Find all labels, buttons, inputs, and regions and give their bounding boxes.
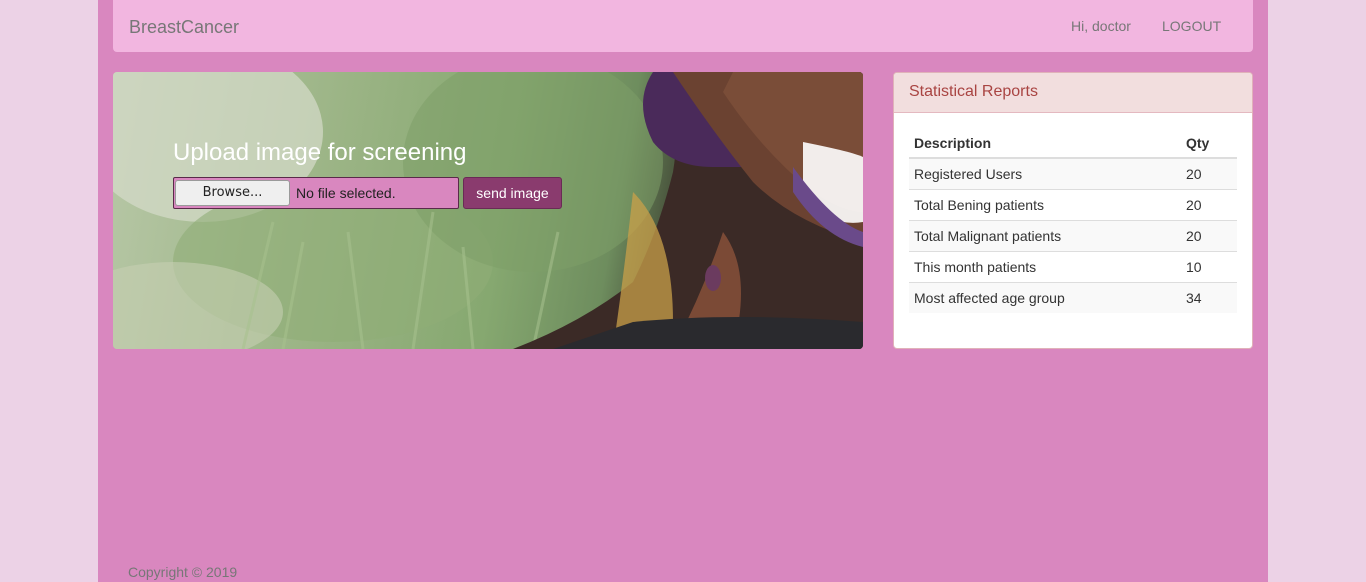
table-row: This month patients 10: [909, 250, 1237, 282]
column-header-description: Description: [909, 128, 1181, 159]
send-image-button[interactable]: send image: [463, 177, 562, 209]
row-qty: 20: [1181, 188, 1237, 220]
logout-link[interactable]: LOGOUT: [1162, 18, 1221, 34]
table-row: Total Malignant patients 20: [909, 219, 1237, 251]
row-qty: 20: [1181, 219, 1237, 251]
navbar: BreastCancer Hi, doctor LOGOUT: [113, 0, 1253, 52]
greeting-link[interactable]: Hi, doctor: [1071, 18, 1131, 34]
browse-button[interactable]: Browse...: [175, 180, 290, 206]
column-header-qty: Qty: [1181, 128, 1237, 159]
footer-copyright: Copyright © 2019: [128, 564, 238, 580]
table-row: Most affected age group 34: [909, 281, 1237, 313]
table-row: Total Bening patients 20: [909, 188, 1237, 220]
row-description: Most affected age group: [909, 281, 1181, 313]
panel-title: Statistical Reports: [894, 73, 1252, 113]
hero-background-photo: [113, 72, 863, 349]
file-status-text: No file selected.: [296, 185, 396, 201]
row-description: Total Malignant patients: [909, 219, 1181, 251]
statistical-reports-panel: Statistical Reports Description Qty Regi…: [893, 72, 1253, 349]
upload-hero: Upload image for screening Browse... No …: [113, 72, 863, 349]
row-description: Total Bening patients: [909, 188, 1181, 220]
row-qty: 34: [1181, 281, 1237, 313]
row-qty: 20: [1181, 158, 1237, 189]
file-input[interactable]: Browse... No file selected.: [173, 177, 459, 209]
brand-link[interactable]: BreastCancer: [129, 17, 239, 38]
table-header-row: Description Qty: [909, 128, 1237, 159]
row-qty: 10: [1181, 250, 1237, 282]
row-description: This month patients: [909, 250, 1181, 282]
stats-table: Description Qty Registered Users 20 Tota…: [909, 128, 1237, 313]
main-container: BreastCancer Hi, doctor LOGOUT Upload im…: [98, 0, 1268, 582]
upload-heading: Upload image for screening: [173, 139, 467, 166]
table-row: Registered Users 20: [909, 158, 1237, 189]
row-description: Registered Users: [909, 158, 1181, 189]
